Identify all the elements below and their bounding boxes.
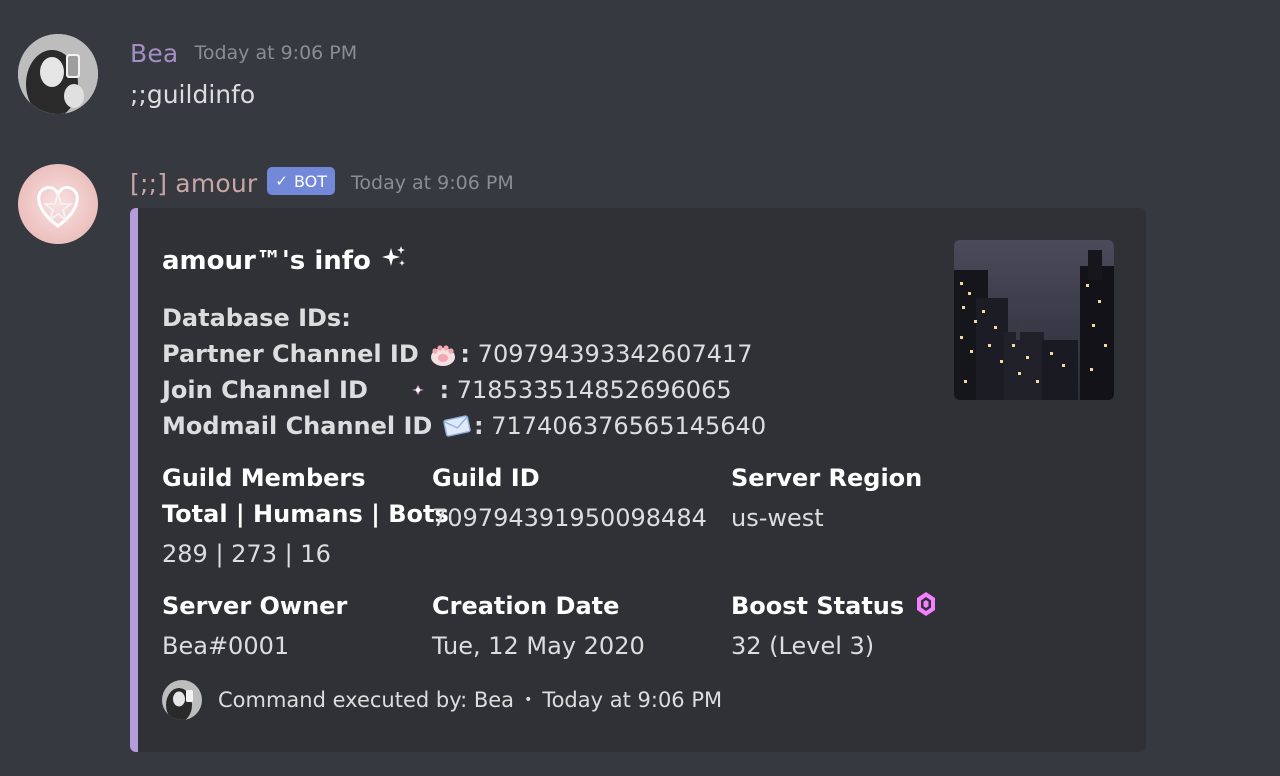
embed-title: amour™'s info <box>162 244 407 277</box>
join-channel-id[interactable]: 718533514852696065 <box>457 376 732 404</box>
field-name: Server Owner <box>162 592 348 620</box>
message-timestamp: Today at 9:06 PM <box>194 42 358 64</box>
field-creation-date: Creation Date Tue, 12 May 2020 <box>432 588 645 664</box>
sparkles-icon <box>381 244 407 277</box>
join-channel-row: Join Channel ID : 718533514852696065 <box>162 375 732 404</box>
bot-avatar[interactable] <box>18 164 98 244</box>
field-name: Creation Date <box>432 592 620 620</box>
modmail-channel-label: Modmail Channel ID <box>162 412 433 440</box>
bot-username[interactable]: [;;] amour <box>130 169 257 198</box>
database-heading: Database IDs: <box>162 304 351 332</box>
embed-accent-bar <box>130 208 138 752</box>
embed-footer: Command executed by: Bea • Today at 9:06… <box>162 680 722 720</box>
field-name: Guild Members <box>162 464 366 492</box>
message-timestamp: Today at 9:06 PM <box>351 172 514 194</box>
field-name-text: Boost Status <box>731 592 905 620</box>
partner-channel-id[interactable]: 709794393342607417 <box>478 340 753 368</box>
field-value: 32 (Level 3) <box>731 632 875 660</box>
field-guild-id: Guild ID 709794391950098484 <box>432 460 707 536</box>
field-boost-status: Boost Status 32 (Level 3) <box>731 588 939 664</box>
bot-embed: amour™'s info Database IDs: Partner Chan… <box>130 208 1146 752</box>
sparkle-dot-icon <box>378 375 438 403</box>
bot-tag: ✓ BOT <box>267 167 336 195</box>
bot-tag-label: BOT <box>293 171 328 191</box>
user-avatar[interactable] <box>18 34 98 114</box>
footer-text: Command executed by: Bea <box>218 688 515 712</box>
footer-separator: • <box>524 692 533 708</box>
partner-channel-row: Partner Channel ID : 709794393342607417 <box>162 339 753 368</box>
field-value[interactable]: 709794391950098484 <box>432 500 707 536</box>
field-subheading: Total | Humans | Bots <box>162 500 449 528</box>
field-name: Boost Status <box>731 588 939 624</box>
field-server-region: Server Region us-west <box>731 460 922 536</box>
paw-icon <box>428 339 458 367</box>
field-value: Bea#0001 <box>162 632 290 660</box>
modmail-channel-row: Modmail Channel ID : 717406376565145640 <box>162 411 767 440</box>
message-header: Bea Today at 9:06 PM <box>130 33 357 73</box>
embed-description: Database IDs: Partner Channel ID : 70979… <box>162 300 766 444</box>
field-name: Server Region <box>731 464 923 492</box>
footer-avatar[interactable] <box>162 680 202 720</box>
verified-check-icon: ✓ <box>275 172 288 190</box>
field-name: Guild ID <box>432 464 540 492</box>
join-channel-label: Join Channel ID <box>162 376 368 404</box>
embed-title-text: amour™'s info <box>162 245 371 276</box>
embed-thumbnail[interactable] <box>954 240 1114 400</box>
boost-gem-icon <box>915 590 937 618</box>
field-server-owner: Server Owner Bea#0001 <box>162 588 347 664</box>
message-header: [;;] amour ✓ BOT Today at 9:06 PM <box>130 163 514 203</box>
field-value: 289 | 273 | 16 <box>162 540 331 568</box>
field-value: us-west <box>731 504 824 532</box>
envelope-icon <box>442 411 472 439</box>
field-guild-members: Guild Members Total | Humans | Bots 289 … <box>162 460 449 572</box>
footer-timestamp: Today at 9:06 PM <box>542 688 723 712</box>
modmail-channel-id[interactable]: 717406376565145640 <box>491 412 766 440</box>
field-value: Tue, 12 May 2020 <box>432 632 645 660</box>
username[interactable]: Bea <box>130 39 178 68</box>
partner-channel-label: Partner Channel ID <box>162 340 419 368</box>
message-content: ;;guildinfo <box>130 80 256 109</box>
